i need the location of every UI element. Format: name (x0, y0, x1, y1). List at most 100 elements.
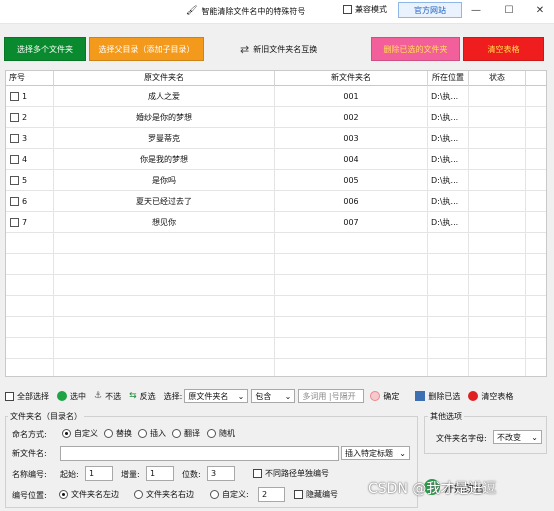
checkbox-box[interactable] (343, 5, 352, 14)
match-select-value: 包含 (255, 391, 272, 401)
select-all-checkbox[interactable]: 全部选择 (5, 391, 49, 402)
pos-right-radio[interactable]: 文件夹名右边 (134, 489, 194, 500)
mode-random-radio[interactable]: 随机 (207, 428, 235, 439)
table-row[interactable]: 5 是你吗 005 D:\执... (6, 170, 546, 191)
radio-button[interactable] (59, 490, 68, 499)
cell-original-name: 夏天已经过去了 (54, 191, 275, 212)
table-row[interactable]: 2 婚纱是你的梦想 002 D:\执... (6, 107, 546, 128)
delete-selected-folders-button[interactable]: 删除已选的文件夹 (371, 37, 460, 61)
brush-icon: 🖌 (186, 6, 198, 16)
official-site-button[interactable]: 官方网站 (398, 2, 462, 18)
row-checkbox[interactable] (10, 218, 19, 227)
cell-location: D:\执... (428, 212, 469, 233)
keyword-input[interactable]: 多词用 |号隔开 (298, 389, 365, 403)
header-index[interactable]: 序号 (6, 71, 54, 86)
table-row (6, 275, 546, 296)
cell-status (469, 212, 526, 233)
start-input[interactable]: 1 (85, 466, 113, 481)
row-checkbox[interactable] (10, 113, 19, 122)
cell-location (428, 338, 469, 359)
row-index-text: 7 (22, 218, 28, 227)
table-row[interactable]: 4 你是我的梦想 004 D:\执... (6, 149, 546, 170)
radio-button[interactable] (172, 429, 181, 438)
cell-status (469, 170, 526, 191)
select-parent-dir-button[interactable]: 选择父目录（添加子目录） (89, 37, 204, 61)
hide-numbering-checkbox[interactable]: 隐藏编号 (294, 489, 338, 500)
table-row[interactable]: 1 成人之爱 001 D:\执... (6, 86, 546, 107)
anchor-icon: ⚓ (94, 391, 103, 401)
clear-table-button[interactable]: 清空表格 (463, 37, 544, 61)
cell-original-name (54, 254, 275, 275)
cell-original-name (54, 296, 275, 317)
cell-original-name: 想见你 (54, 212, 275, 233)
check-circle-icon (57, 391, 67, 401)
clear-table-small-button[interactable]: 清空表格 (468, 391, 513, 402)
radio-button[interactable] (138, 429, 147, 438)
swap-names-button[interactable]: ⇄ 新旧文件夹名互换 (240, 39, 317, 59)
separate-numbering-checkbox[interactable]: 不同路径单独编号 (253, 468, 329, 479)
radio-button[interactable] (207, 429, 216, 438)
close-button[interactable]: ✕ (530, 2, 550, 18)
row-checkbox[interactable] (10, 134, 19, 143)
radio-button[interactable] (62, 429, 71, 438)
case-select[interactable]: 不改变 ⌄ (493, 430, 542, 444)
cell-index: 3 (6, 128, 54, 149)
mode-insert-radio[interactable]: 插入 (138, 428, 166, 439)
maximize-button[interactable]: ☐ (499, 2, 519, 18)
confirm-button[interactable]: 确定 (370, 391, 399, 402)
cell-new-name: 007 (275, 212, 428, 233)
select-multiple-folders-button[interactable]: 选择多个文件夹 (4, 37, 86, 61)
row-checkbox[interactable] (10, 92, 19, 101)
start-label: 起始: (60, 470, 79, 479)
cell-new-name: 003 (275, 128, 428, 149)
folder-table[interactable]: 序号 原文件夹名 新文件夹名 所在位置 状态 1 成人之爱 001 D:\执... 2 婚… (5, 70, 547, 377)
header-status[interactable]: 状态 (469, 71, 526, 86)
radio-button[interactable] (134, 490, 143, 499)
cell-index: 1 (6, 86, 54, 107)
table-row (6, 296, 546, 317)
row-checkbox[interactable] (10, 176, 19, 185)
radio-button[interactable] (210, 490, 219, 499)
new-name-input[interactable] (60, 446, 339, 461)
table-row[interactable]: 3 罗曼蒂克 003 D:\执... (6, 128, 546, 149)
cell-new-name (275, 317, 428, 338)
header-new-name[interactable]: 新文件夹名 (275, 71, 428, 86)
pos-custom-radio[interactable]: 自定义: (210, 489, 249, 500)
row-index-text: 2 (22, 113, 28, 122)
select-all-label: 全部选择 (17, 391, 49, 401)
custom-position-input[interactable]: 2 (258, 487, 285, 502)
cell-status (469, 191, 526, 212)
cell-new-name: 005 (275, 170, 428, 191)
checkbox-box[interactable] (5, 391, 14, 401)
header-original-name[interactable]: 原文件夹名 (54, 71, 275, 86)
mode-custom-radio[interactable]: 自定义 (62, 428, 98, 439)
chevron-down-icon: ⌄ (237, 391, 245, 401)
checkbox-box[interactable] (294, 490, 303, 499)
mode-replace-radio[interactable]: 替换 (104, 428, 132, 439)
cell-index: 7 (6, 212, 54, 233)
row-checkbox[interactable] (10, 155, 19, 164)
compat-mode-checkbox[interactable]: 兼容模式 (343, 4, 387, 15)
position-label: 编号位置: (12, 491, 47, 500)
cell-status (469, 128, 526, 149)
match-select[interactable]: 包含 ⌄ (251, 389, 296, 403)
row-checkbox[interactable] (10, 197, 19, 206)
digits-input[interactable]: 3 (207, 466, 235, 481)
table-row[interactable]: 7 想见你 007 D:\执... (6, 212, 546, 233)
table-row[interactable]: 6 夏天已经过去了 006 D:\执... (6, 191, 546, 212)
cell-location: D:\执... (428, 170, 469, 191)
uncheck-button[interactable]: ⚓ 不选 (94, 391, 121, 402)
delete-checked-button[interactable]: 删除已选 (415, 391, 460, 402)
increment-input[interactable]: 1 (146, 466, 174, 481)
invert-button[interactable]: ⇆ 反选 (129, 391, 156, 402)
header-location[interactable]: 所在位置 (428, 71, 469, 86)
minimize-button[interactable]: — (466, 2, 486, 18)
radio-button[interactable] (104, 429, 113, 438)
checkbox-box[interactable] (253, 469, 262, 478)
check-button[interactable]: 选中 (57, 391, 86, 402)
pos-left-radio[interactable]: 文件夹名左边 (59, 489, 119, 500)
mode-translate-radio[interactable]: 翻译 (172, 428, 200, 439)
insert-title-select[interactable]: 插入特定标题 ⌄ (341, 446, 410, 460)
pos-left-label: 文件夹名左边 (71, 490, 119, 499)
field-select[interactable]: 原文件夹名 ⌄ (184, 389, 249, 403)
